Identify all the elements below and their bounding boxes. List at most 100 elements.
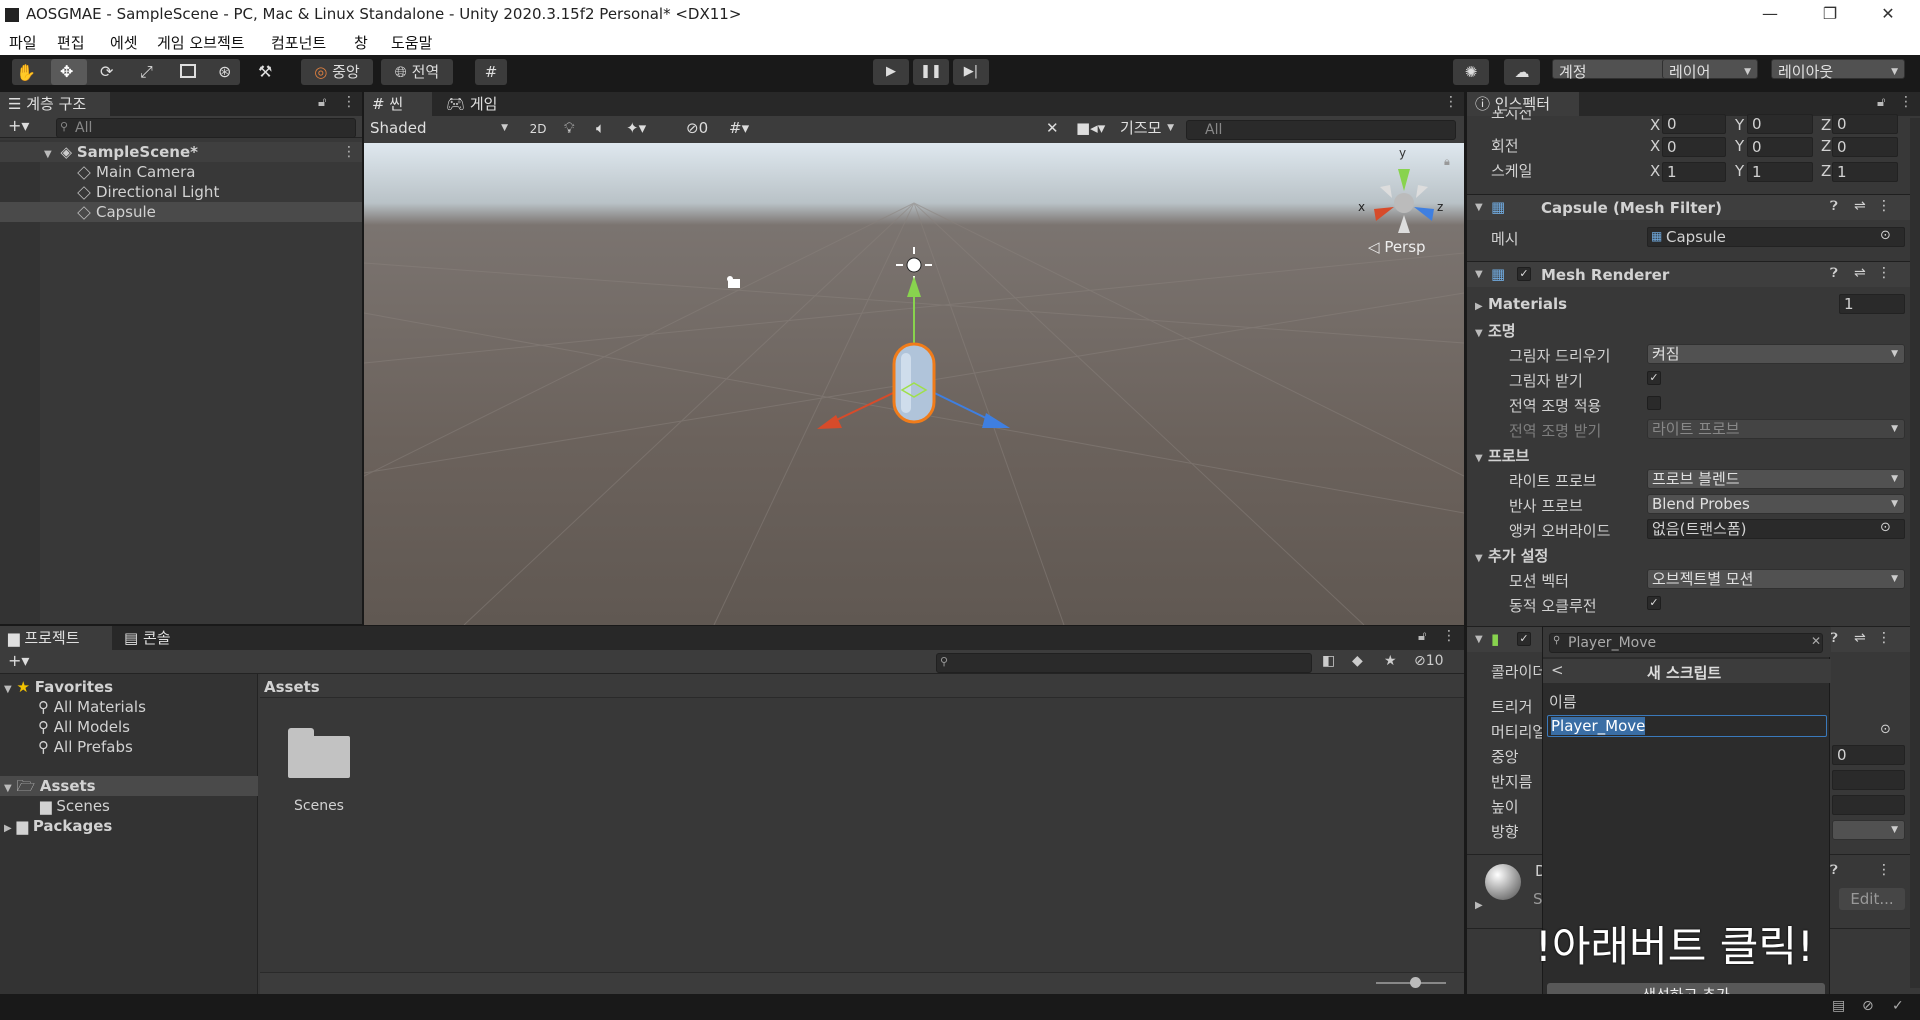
global-toggle[interactable]: 🌐︎ 전역 bbox=[381, 59, 453, 85]
cast-shadows-dropdown[interactable]: 켜짐 bbox=[1647, 344, 1905, 364]
favorite-item[interactable]: ⚲ All Prefabs bbox=[38, 737, 133, 757]
grid-icon[interactable]: #▾ bbox=[729, 119, 749, 137]
hidden-packages-icon[interactable]: ⊘10 bbox=[1414, 653, 1444, 669]
auto-generate-icon[interactable]: ⊘ bbox=[1862, 998, 1874, 1014]
tab-game[interactable]: 🎮︎ 게임 bbox=[440, 92, 510, 116]
favorite-item[interactable]: ⚲ All Models bbox=[38, 717, 130, 737]
scenes-folder-icon[interactable] bbox=[288, 728, 350, 778]
scenes-folder-row[interactable]: ▆ Scenes bbox=[40, 796, 110, 816]
progress-icon[interactable]: ▤ bbox=[1832, 998, 1845, 1014]
scene-row[interactable]: ▼ ◈ SampleScene* bbox=[0, 142, 362, 162]
lock-icon[interactable]: 🔓︎ bbox=[1418, 629, 1426, 644]
preset-icon[interactable]: ⇌ bbox=[1854, 630, 1866, 646]
contribute-gi-checkbox[interactable] bbox=[1647, 396, 1661, 410]
component-menu-icon[interactable]: ⋮ bbox=[1877, 198, 1891, 214]
scale-tool-icon[interactable]: ⤢ bbox=[140, 62, 153, 82]
camera-icon[interactable]: ■◂▾ bbox=[1076, 119, 1105, 137]
lighting-foldout[interactable]: ▼ 조명 bbox=[1475, 320, 1516, 341]
star-icon[interactable]: ★ bbox=[1384, 653, 1397, 669]
snap-toggle[interactable]: # bbox=[475, 59, 507, 85]
help-icon[interactable]: ❓︎ bbox=[1830, 631, 1838, 646]
create-asset-button[interactable]: +▾ bbox=[8, 651, 29, 670]
mesh-filter-header[interactable]: ▼ ▦ Capsule (Mesh Filter) ❓︎ ⇌ ⋮ bbox=[1467, 194, 1910, 220]
light-probes-dropdown[interactable]: 프로브 블렌드 bbox=[1647, 469, 1905, 489]
lighting-icon[interactable]: 💡︎ bbox=[564, 119, 575, 137]
rotate-tool-icon[interactable]: ⟳ bbox=[100, 62, 113, 81]
component-menu-icon[interactable]: ⋮ bbox=[1877, 265, 1891, 281]
mesh-field[interactable]: Capsule bbox=[1647, 227, 1905, 247]
collapse-arrow-icon[interactable]: ▶ bbox=[1475, 900, 1483, 911]
zoom-slider-thumb[interactable] bbox=[1410, 977, 1421, 988]
help-icon[interactable]: ❓︎ bbox=[1830, 266, 1838, 281]
radius-field[interactable] bbox=[1832, 770, 1905, 790]
component-search-field[interactable]: Player_Move bbox=[1549, 633, 1823, 653]
probes-foldout[interactable]: ▼ 프로브 bbox=[1475, 445, 1529, 466]
hierarchy-item-capsule[interactable]: Capsule bbox=[0, 202, 362, 222]
menu-component[interactable]: 컴포넌트 bbox=[271, 32, 326, 53]
create-add-button[interactable]: +▾ bbox=[8, 116, 29, 135]
move-tool-icon[interactable]: ✥ bbox=[60, 62, 73, 81]
collider-enabled-checkbox[interactable]: ✓ bbox=[1517, 632, 1531, 646]
collab-status-icon[interactable]: ✓ bbox=[1892, 998, 1904, 1014]
tools-icon[interactable]: ✕ bbox=[1046, 119, 1059, 137]
mesh-renderer-enabled-checkbox[interactable]: ✓ bbox=[1517, 267, 1531, 281]
preset-icon[interactable]: ⇌ bbox=[1854, 265, 1866, 281]
position-x-field[interactable]: 0 bbox=[1662, 114, 1726, 134]
breadcrumb[interactable]: Assets bbox=[264, 677, 320, 697]
camera-gizmo[interactable] bbox=[727, 276, 740, 288]
more-icon[interactable]: ⋮ bbox=[1444, 94, 1458, 110]
edit-material-button[interactable]: Edit... bbox=[1839, 888, 1905, 910]
preset-icon[interactable]: ⇌ bbox=[1854, 198, 1866, 214]
materials-count-field[interactable]: 1 bbox=[1839, 294, 1905, 314]
audio-icon[interactable]: 🔈︎ bbox=[596, 119, 605, 137]
more-icon[interactable]: ⋮ bbox=[342, 94, 356, 110]
scene-viewport[interactable]: y x z 🔒︎ ◁ Persp bbox=[364, 143, 1464, 625]
rotation-y-field[interactable]: 0 bbox=[1747, 137, 1813, 157]
tab-scene[interactable]: # 씬 bbox=[364, 92, 432, 116]
tab-hierarchy[interactable]: ☰ 계층 구조 bbox=[0, 92, 110, 116]
component-menu-icon[interactable]: ⋮ bbox=[1877, 630, 1891, 646]
help-icon[interactable]: ❓︎ bbox=[1830, 199, 1838, 214]
close-button[interactable]: ✕ bbox=[1868, 4, 1908, 23]
script-name-input[interactable]: Player_Move bbox=[1547, 715, 1827, 737]
center-z-field[interactable]: 0 bbox=[1832, 745, 1905, 765]
custom-tool-icon[interactable]: ⚒ bbox=[258, 62, 272, 81]
project-search[interactable] bbox=[936, 653, 1312, 673]
motion-vectors-dropdown[interactable]: 오브젝트별 모션 bbox=[1647, 569, 1905, 589]
receive-shadows-checkbox[interactable]: ✓ bbox=[1647, 371, 1661, 385]
scene-search[interactable]: All bbox=[1186, 120, 1456, 140]
hierarchy-search[interactable]: All bbox=[56, 118, 356, 138]
height-field[interactable] bbox=[1832, 795, 1905, 815]
help-icon[interactable]: ❓︎ bbox=[1830, 863, 1838, 878]
favorite-item[interactable]: ⚲ All Materials bbox=[38, 697, 146, 717]
shading-mode-dropdown[interactable]: Shaded bbox=[366, 119, 514, 139]
2d-toggle[interactable]: 2D bbox=[524, 118, 552, 140]
gizmos-dropdown[interactable]: 기즈모 bbox=[1116, 119, 1180, 139]
gizmo-lock-icon[interactable]: 🔒︎ bbox=[1444, 155, 1450, 169]
rect-tool-icon[interactable] bbox=[180, 64, 196, 78]
object-picker-icon[interactable]: ⊙ bbox=[1880, 228, 1891, 243]
scale-y-field[interactable]: 1 bbox=[1747, 162, 1813, 182]
pivot-toggle[interactable]: ◎ 중앙 bbox=[301, 59, 373, 85]
object-picker-icon[interactable]: ⊙ bbox=[1880, 520, 1891, 535]
menu-assets[interactable]: 에셋 bbox=[110, 32, 138, 53]
lock-icon[interactable]: 🔓︎ bbox=[1877, 95, 1885, 110]
rotation-z-field[interactable]: 0 bbox=[1832, 137, 1898, 157]
effects-icon[interactable]: ✦▾ bbox=[626, 119, 646, 137]
tab-console[interactable]: ▤ 콘솔 bbox=[120, 626, 190, 650]
filter-type-icon[interactable]: ◧ bbox=[1322, 653, 1335, 669]
pause-button[interactable]: ❚❚ bbox=[913, 59, 949, 85]
position-y-field[interactable]: 0 bbox=[1747, 114, 1813, 134]
persp-label[interactable]: ◁ Persp bbox=[1368, 238, 1426, 256]
hierarchy-item-directional-light[interactable]: Directional Light bbox=[0, 182, 362, 202]
object-picker-icon[interactable]: ⊙ bbox=[1880, 722, 1891, 737]
orientation-gizmo[interactable] bbox=[1374, 169, 1434, 233]
scene-menu-icon[interactable]: ⋮ bbox=[342, 144, 356, 160]
reflection-probes-dropdown[interactable]: Blend Probes bbox=[1647, 494, 1905, 514]
cloud-button[interactable]: ☁ bbox=[1504, 59, 1540, 85]
label-icon[interactable]: ◆ bbox=[1352, 653, 1363, 669]
scale-z-field[interactable]: 1 bbox=[1832, 162, 1898, 182]
dynamic-occlusion-checkbox[interactable]: ✓ bbox=[1647, 596, 1661, 610]
lock-icon[interactable]: 🔓︎ bbox=[318, 95, 326, 110]
mesh-renderer-header[interactable]: ▼ ▦ ✓ Mesh Renderer ❓︎ ⇌ ⋮ bbox=[1467, 261, 1910, 287]
